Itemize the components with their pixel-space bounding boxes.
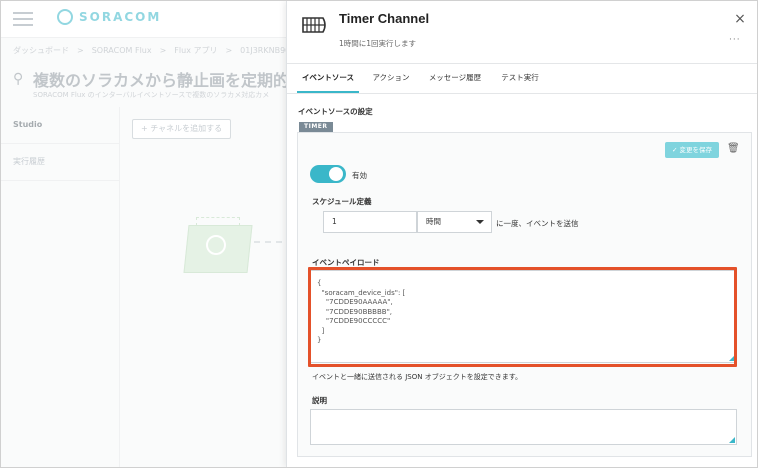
screenshot-frame: SORACOM ダッシュボード > SORACOM Flux > Flux アプ… [0, 0, 758, 468]
panel-header: Timer Channel 1時間に1回実行します × ··· [287, 1, 757, 64]
trash-icon[interactable]: 🗑 [727, 142, 740, 156]
save-button[interactable]: ✓ 変更を保存 [665, 142, 719, 158]
schedule-suffix: に一度、イベントを送信 [496, 219, 579, 228]
payload-help-text: イベントと一緒に送信される JSON オブジェクトを設定できます。 [312, 373, 523, 381]
resize-handle-icon[interactable] [729, 437, 735, 443]
panel-tabs: イベントソース アクション メッセージ履歴 テスト実行 [287, 63, 757, 94]
enabled-toggle[interactable] [310, 165, 346, 183]
close-icon[interactable]: × [733, 12, 747, 26]
more-options-icon[interactable]: ··· [729, 35, 741, 45]
interval-unit-select[interactable]: 時間 [417, 211, 492, 233]
source-type-badge: TIMER [299, 122, 333, 132]
section-title: イベントソースの設定 [298, 107, 373, 116]
panel-title: Timer Channel [339, 11, 430, 26]
description-textarea[interactable] [310, 409, 737, 445]
tab-action[interactable]: アクション [367, 63, 415, 93]
panel-subtitle: 1時間に1回実行します [339, 39, 417, 48]
description-label: 説明 [312, 396, 327, 405]
schedule-label: スケジュール定義 [312, 197, 372, 206]
highlight-annotation [308, 267, 737, 367]
tab-message-history[interactable]: メッセージ履歴 [425, 63, 485, 93]
toggle-knob [329, 167, 343, 181]
toggle-label: 有効 [352, 171, 367, 180]
channel-panel: Timer Channel 1時間に1回実行します × ··· イベントソース … [286, 1, 757, 467]
interval-unit-value: 時間 [426, 217, 441, 226]
channel-icon [302, 17, 326, 33]
tab-event-source[interactable]: イベントソース [297, 63, 359, 93]
interval-value-input[interactable]: 1 [323, 211, 417, 233]
tab-test-run[interactable]: テスト実行 [497, 63, 543, 93]
caret-down-icon [476, 220, 484, 224]
